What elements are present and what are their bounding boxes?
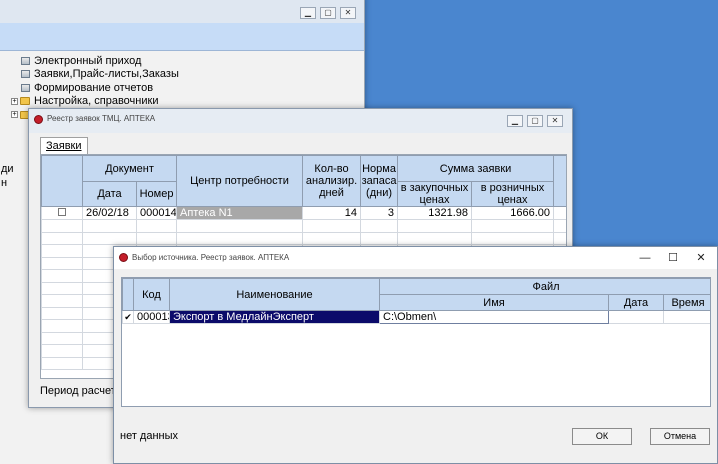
scroll-header [553, 155, 566, 207]
dialog-title: Выбор источника. Реестр заявок. АПТЕКА [132, 253, 290, 262]
window-title: Реестр заявок ТМЦ. АПТЕКА [47, 114, 156, 123]
header-code[interactable]: Код [133, 278, 170, 311]
header-purchase[interactable]: в закупочных ценах [397, 181, 473, 207]
table-row[interactable]: ✔ 000013 Экспорт в МедлайнЭксперт C:\Obm… [122, 310, 710, 324]
row-checkbox-cell[interactable] [41, 206, 83, 220]
tree-item-electronic-receipt[interactable]: Электронный приход [11, 54, 179, 68]
doc-icon [21, 70, 30, 79]
maximize-icon[interactable]: ▢ [527, 115, 543, 127]
cancel-button[interactable]: Отмена [650, 428, 710, 445]
doc-icon [21, 56, 30, 65]
header-sum: Сумма заявки [397, 155, 555, 182]
toolbar-strip [0, 23, 364, 51]
tree-item-label: Настройка, справочники [34, 95, 159, 108]
app-icon [119, 253, 128, 262]
tree-item-label: Электронный приход [34, 54, 142, 67]
header-file-time[interactable]: Время [662, 294, 710, 311]
tree-item-label: Формирование отчетов [34, 81, 154, 94]
clipped-text: ди [1, 163, 14, 175]
tab-requests[interactable]: Заявки [40, 137, 88, 155]
header-name[interactable]: Наименование [169, 278, 380, 311]
row-selector-header [41, 155, 83, 207]
close-icon[interactable]: ✕ [340, 7, 356, 19]
cell-retail: 1666.00 [471, 206, 555, 220]
empty-row [41, 219, 566, 233]
cell-center: Аптека N1 [176, 206, 304, 220]
tree-item-requests[interactable]: Заявки,Прайс-листы,Заказы [11, 68, 179, 82]
maximize-icon[interactable]: ☐ [662, 250, 684, 266]
ok-button[interactable]: ОК [572, 428, 632, 445]
cell-code: 000013 [133, 310, 170, 324]
cell-name[interactable]: Экспорт в МедлайнЭксперт [169, 310, 380, 324]
header-file-date[interactable]: Дата [608, 294, 664, 311]
sources-table: Код Наименование Файл Имя Дата Время ✔ 0… [121, 277, 711, 407]
header-number[interactable]: Номер [135, 181, 178, 207]
clipped-text: н [1, 177, 8, 189]
close-icon[interactable]: ✕ [690, 250, 712, 266]
table-row[interactable]: 26/02/18 000014 Аптека N1 14 3 1321.98 1… [41, 206, 566, 220]
period-label: Период расчета [40, 385, 122, 397]
dialog-titlebar: Выбор источника. Реестр заявок. АПТЕКА —… [114, 247, 717, 269]
header-center[interactable]: Центр потребности [176, 155, 304, 207]
minimize-icon[interactable]: — [634, 250, 656, 266]
header-date[interactable]: Дата [82, 181, 137, 207]
minimize-icon[interactable]: ▁ [300, 7, 316, 19]
header-days[interactable]: Кол-во анализир. дней [302, 155, 362, 207]
cell-time [662, 310, 710, 324]
cell-date [608, 310, 664, 324]
cell-number: 000014 [135, 206, 178, 220]
tree-item-reports[interactable]: Формирование отчетов [11, 81, 179, 95]
close-icon[interactable]: ✕ [547, 115, 563, 127]
app-icon [34, 115, 43, 124]
maximize-icon[interactable]: ▢ [320, 7, 336, 19]
header-norm[interactable]: Норма запаса (дни) [360, 155, 399, 207]
main-window-titlebar: ▁ ▢ ✕ [0, 0, 364, 23]
header-file: Файл [378, 278, 710, 295]
registry-titlebar: Реестр заявок ТМЦ. АПТЕКА ▁ ▢ ✕ [29, 109, 572, 133]
header-file-name[interactable]: Имя [379, 294, 609, 311]
header-document: Документ [81, 155, 178, 182]
checkbox[interactable] [58, 208, 66, 216]
empty-row [41, 231, 566, 245]
cell-purchase: 1321.98 [397, 206, 473, 220]
scroll-cell [553, 206, 566, 220]
folder-icon [20, 97, 30, 106]
expand-icon[interactable]: + [11, 111, 18, 119]
row-selector-header [122, 278, 134, 311]
source-selection-dialog: Выбор источника. Реестр заявок. АПТЕКА —… [113, 246, 718, 464]
status-text: нет данных [120, 430, 179, 442]
cell-days: 14 [302, 206, 362, 220]
tree-item-label: Заявки,Прайс-листы,Заказы [34, 68, 179, 81]
expand-icon[interactable]: + [11, 97, 18, 105]
cell-path[interactable]: C:\Obmen\ [379, 310, 609, 324]
doc-icon [21, 83, 30, 92]
minimize-icon[interactable]: ▁ [507, 115, 523, 127]
header-retail[interactable]: в розничных ценах [471, 181, 555, 207]
cell-date: 26/02/18 [82, 206, 137, 220]
row-check-icon: ✔ [122, 310, 134, 324]
cell-norm: 3 [360, 206, 399, 220]
tree-item-settings[interactable]: + Настройка, справочники [11, 95, 179, 109]
